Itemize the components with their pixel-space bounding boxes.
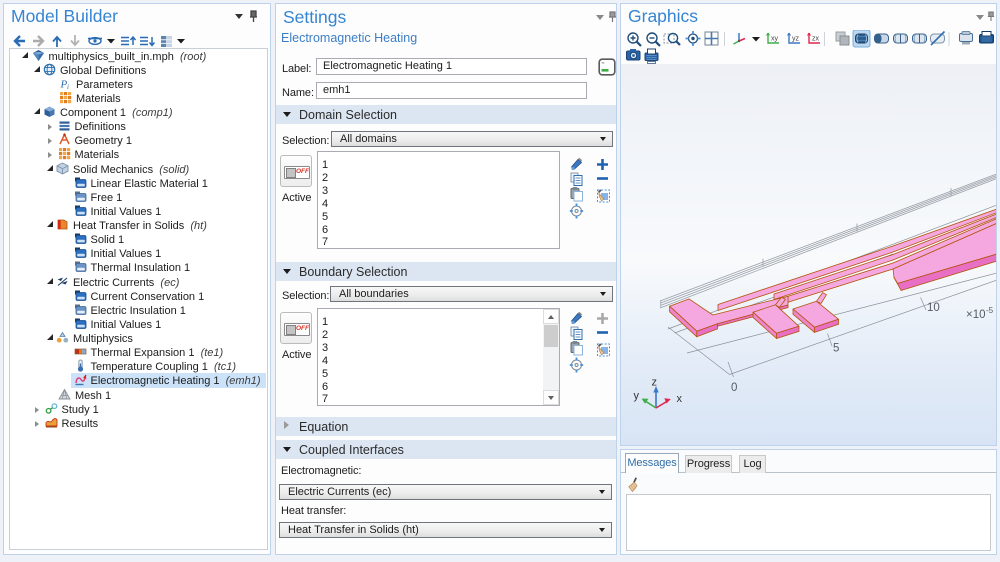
svg-text:x: x	[677, 393, 683, 405]
svg-text:10: 10	[927, 302, 940, 314]
svg-text:×10: ×10	[966, 309, 986, 321]
svg-text:y: y	[634, 390, 640, 402]
svg-text:z: z	[652, 377, 658, 389]
svg-text:xy: xy	[771, 36, 779, 43]
svg-text:0: 0	[731, 382, 737, 394]
svg-text:-5: -5	[986, 306, 994, 315]
svg-text:yz: yz	[792, 36, 800, 43]
svg-text:5: 5	[833, 343, 839, 355]
svg-text:zx: zx	[812, 36, 820, 43]
